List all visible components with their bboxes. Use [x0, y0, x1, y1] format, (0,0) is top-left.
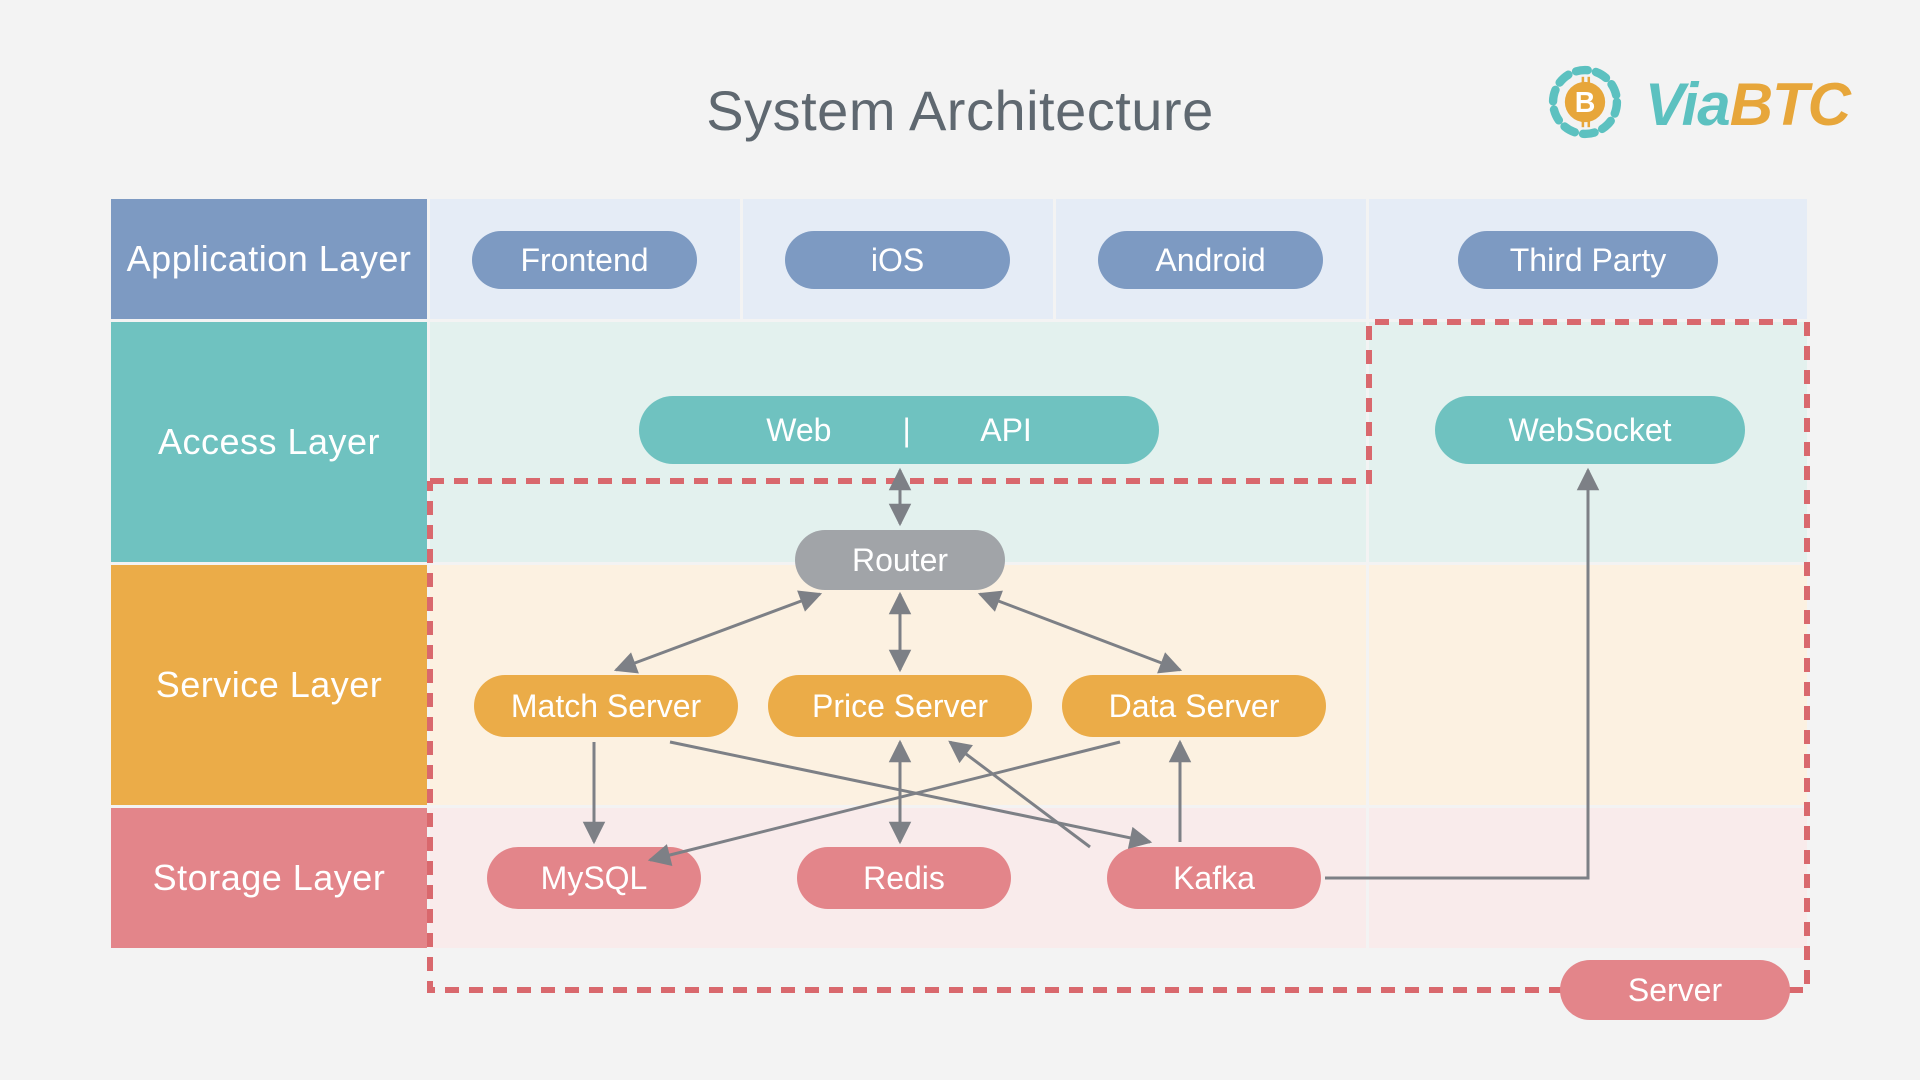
storage-redis: Redis [797, 847, 1011, 909]
layer-label-application: Application Layer [111, 199, 427, 319]
app-thirdparty: Third Party [1458, 231, 1718, 289]
layer-bg-storage [1369, 808, 1807, 948]
app-frontend: Frontend [472, 231, 697, 289]
diagram-stage: System Architecture B ViaBTC [0, 0, 1920, 1080]
logo-icon: B [1543, 60, 1627, 149]
app-android: Android [1098, 231, 1323, 289]
service-router: Router [795, 530, 1005, 590]
app-ios: iOS [785, 231, 1010, 289]
access-webapi: Web | API [639, 396, 1159, 464]
service-price: Price Server [768, 675, 1032, 737]
svg-text:B: B [1575, 87, 1596, 119]
storage-kafka: Kafka [1107, 847, 1321, 909]
storage-mysql: MySQL [487, 847, 701, 909]
layer-label-service: Service Layer [111, 565, 427, 805]
server-label: Server [1560, 960, 1790, 1020]
layer-bg-service [1369, 565, 1807, 805]
viabtc-logo: B ViaBTC [1543, 60, 1850, 149]
access-websocket: WebSocket [1435, 396, 1745, 464]
service-data: Data Server [1062, 675, 1326, 737]
logo-text: ViaBTC [1645, 70, 1850, 139]
layer-label-access: Access Layer [111, 322, 427, 562]
service-match: Match Server [474, 675, 738, 737]
layer-label-storage: Storage Layer [111, 808, 427, 948]
